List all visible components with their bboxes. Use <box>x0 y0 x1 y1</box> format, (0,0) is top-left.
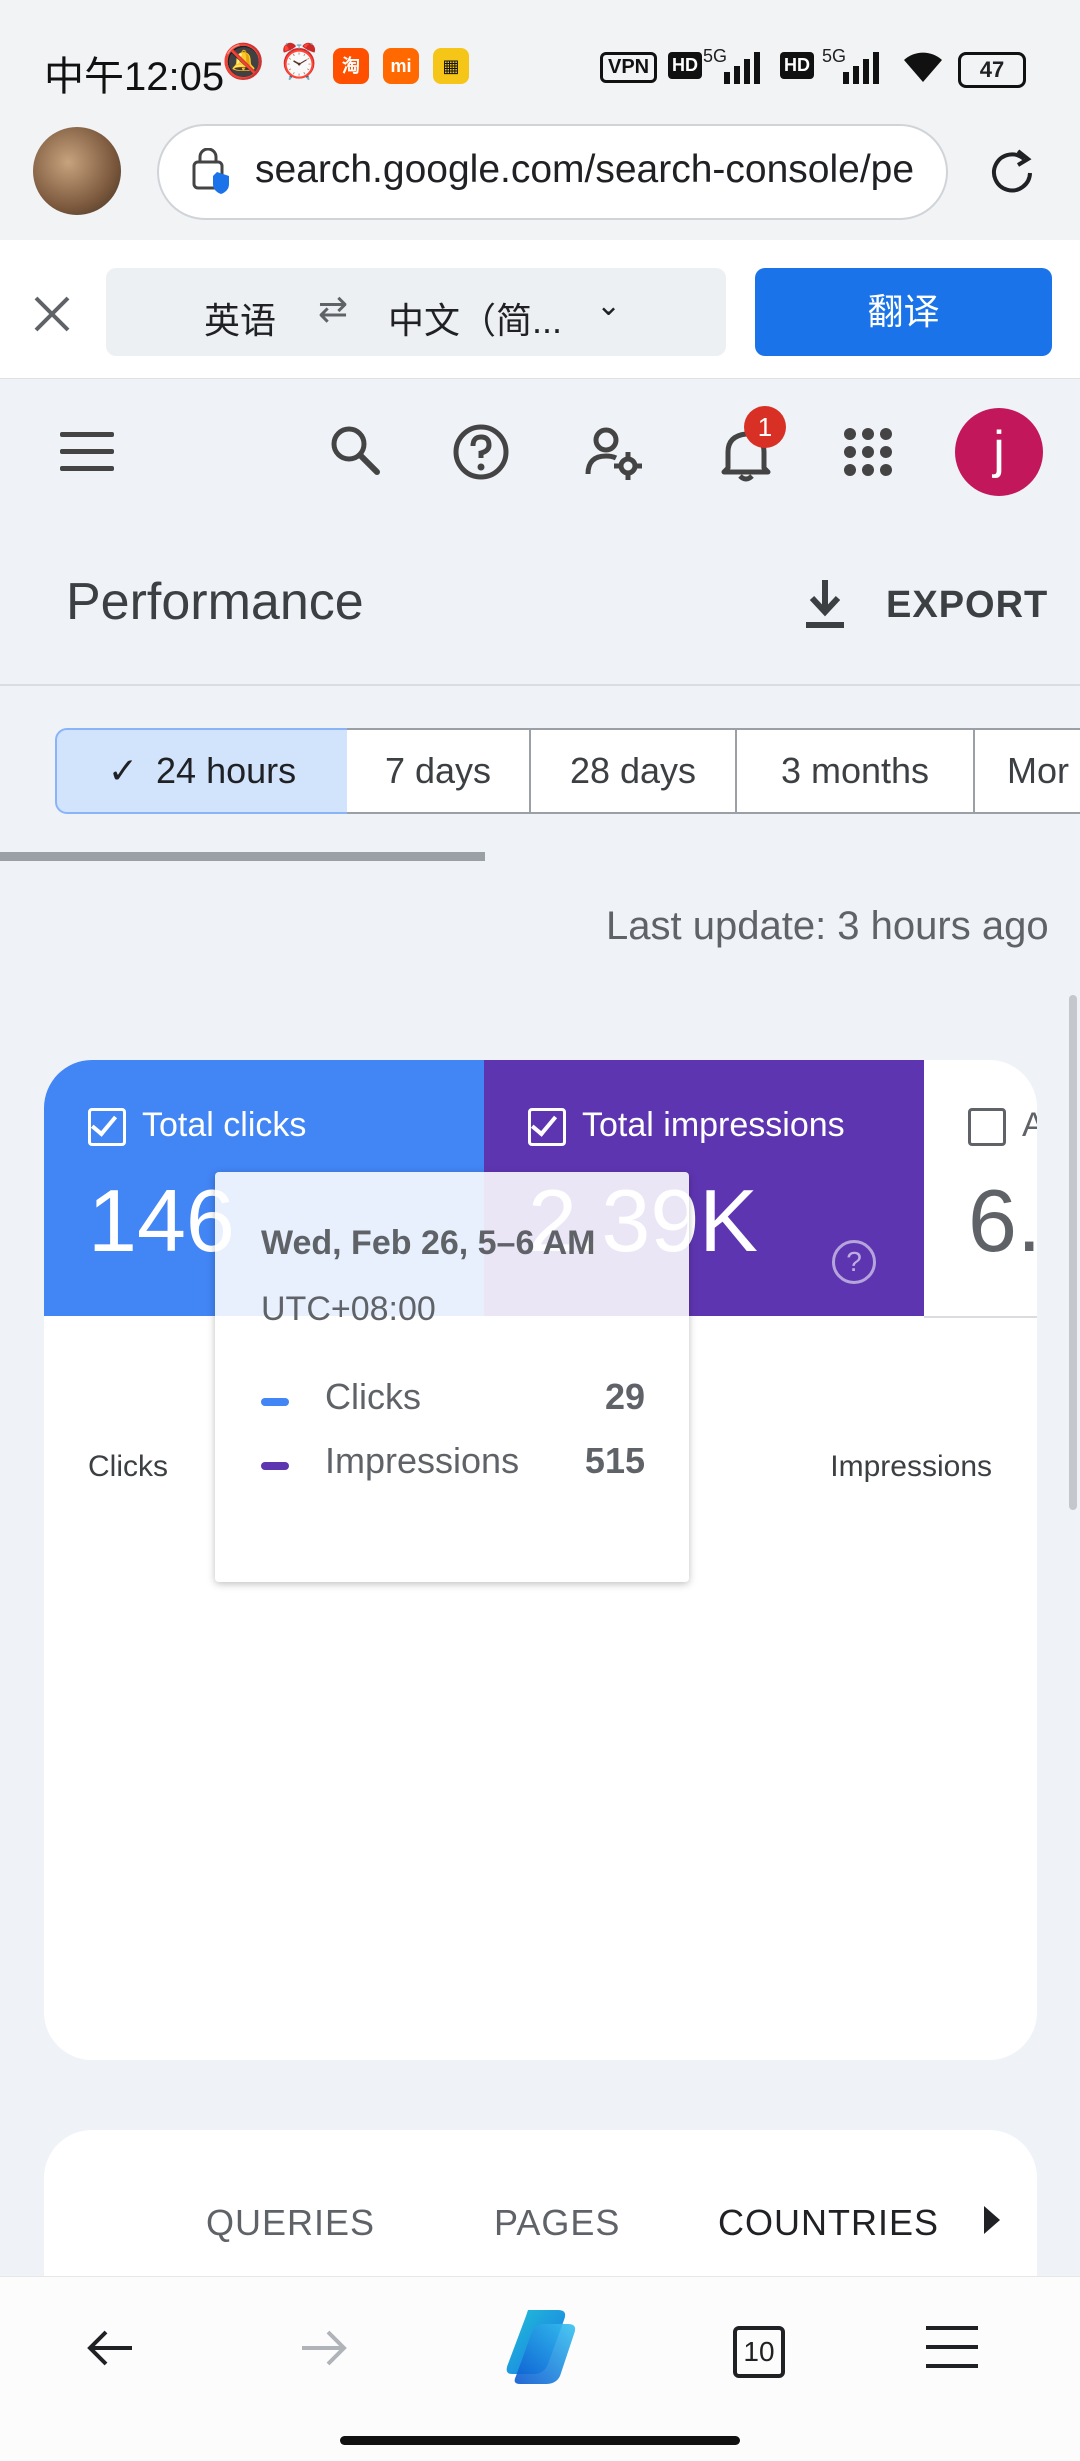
alarm-icon: ⏰ <box>278 43 321 81</box>
checkbox-unchecked-icon[interactable] <box>968 1108 1006 1146</box>
right-axis-label: Impressions <box>830 1450 992 1483</box>
chip-28-days[interactable]: 28 days <box>531 728 737 814</box>
impressions-swatch <box>261 1462 289 1470</box>
tooltip-impressions-value: 515 <box>584 1440 645 1481</box>
back-icon[interactable] <box>82 2320 138 2376</box>
metric-average-ctr[interactable]: A 6. <box>924 1060 1037 1318</box>
taobao-icon: 淘 <box>333 48 369 84</box>
chip-label: 7 days <box>384 750 492 791</box>
mute-icon: 🔕 <box>222 43 265 81</box>
signal-icon-2 <box>843 52 879 84</box>
swap-languages-icon[interactable]: ⇄ <box>318 288 348 330</box>
tooltip-clicks-label: Clicks <box>325 1376 421 1417</box>
chart-tooltip: Wed, Feb 26, 5–6 AM UTC+08:00 Clicks 29 … <box>215 1172 689 1582</box>
avatar[interactable] <box>33 127 121 215</box>
wifi-icon <box>904 52 942 82</box>
language-selector[interactable]: 英语 ⇄ 中文（简... ⌄ <box>106 268 726 356</box>
metric-label: Total impressions <box>582 1106 845 1144</box>
address-bar[interactable]: search.google.com/search-console/pe <box>157 124 948 220</box>
divider <box>0 684 1080 686</box>
forward-icon[interactable] <box>296 2320 352 2376</box>
lottery-icon: ▦ <box>433 48 469 84</box>
chip-label: 3 months <box>780 750 930 791</box>
metric-label: Total clicks <box>142 1106 307 1144</box>
reload-icon[interactable] <box>984 145 1040 201</box>
chip-3-months[interactable]: 3 months <box>737 728 975 814</box>
chevron-right-icon[interactable] <box>984 2206 1000 2234</box>
profile-avatar[interactable]: j <box>955 408 1043 496</box>
home-indicator[interactable] <box>340 2436 740 2445</box>
tab-queries[interactable]: QUERIES <box>206 2202 375 2244</box>
menu-icon[interactable] <box>60 432 114 472</box>
clicks-swatch <box>261 1398 289 1406</box>
chip-24-hours[interactable]: ✓ 24 hours <box>55 728 349 814</box>
chips-scrollbar[interactable] <box>0 852 485 861</box>
search-icon[interactable] <box>325 420 385 480</box>
tooltip-timezone: UTC+08:00 <box>261 1290 436 1328</box>
mi-icon: mi <box>383 48 419 84</box>
help-icon[interactable] <box>451 422 511 482</box>
battery-icon: 47 <box>958 52 1026 88</box>
notification-badge: 1 <box>744 406 786 448</box>
menu-icon-bottom[interactable] <box>922 2322 982 2372</box>
left-axis-label: Clicks <box>88 1450 168 1483</box>
tooltip-date: Wed, Feb 26, 5–6 AM <box>261 1224 596 1262</box>
export-label: EXPORT <box>886 584 1049 626</box>
status-time: 中午12:05 <box>44 55 225 99</box>
tab-pages[interactable]: PAGES <box>494 2202 620 2244</box>
apps-grid-icon[interactable] <box>838 422 898 482</box>
chip-more[interactable]: Mor <box>975 728 1080 814</box>
download-icon <box>806 580 844 628</box>
date-range-chips: ✓ 24 hours 7 days 28 days 3 months Mor <box>0 728 1080 820</box>
close-icon[interactable] <box>30 292 74 336</box>
metric-value: 6. <box>968 1171 1037 1270</box>
check-icon: ✓ <box>107 750 139 791</box>
checkbox-checked-icon[interactable] <box>528 1108 566 1146</box>
url-text: search.google.com/search-console/pe <box>255 148 915 191</box>
source-language: 英语 <box>204 300 277 341</box>
metric-value: 146 <box>88 1171 235 1270</box>
tab-countries[interactable]: COUNTRIES <box>718 2202 939 2244</box>
target-language: 中文（简... <box>388 300 563 341</box>
site-info-icon[interactable] <box>191 148 231 194</box>
chevron-down-icon: ⌄ <box>596 289 622 322</box>
hd-icon-2: HD <box>780 52 814 79</box>
chip-label: Mor <box>1007 750 1069 791</box>
tabs-count-button[interactable]: 10 <box>733 2326 785 2378</box>
chip-7-days[interactable]: 7 days <box>347 728 531 814</box>
translate-button[interactable]: 翻译 <box>755 268 1052 356</box>
copilot-icon[interactable] <box>498 2304 582 2388</box>
vpn-icon: VPN <box>600 52 658 83</box>
tooltip-clicks-value: 29 <box>604 1376 645 1417</box>
signal-icon <box>724 52 760 84</box>
user-settings-icon[interactable] <box>584 422 644 482</box>
metric-label: A <box>1022 1106 1037 1144</box>
page-title: Performance <box>66 573 364 631</box>
last-update: Last update: 3 hours ago <box>606 904 1049 948</box>
help-icon[interactable]: ? <box>832 1240 876 1284</box>
chip-label: 24 hours <box>156 750 297 791</box>
hd-icon: HD <box>668 52 702 79</box>
checkbox-checked-icon[interactable] <box>88 1108 126 1146</box>
page-scrollbar[interactable] <box>1069 995 1077 1510</box>
tooltip-impressions-label: Impressions <box>325 1440 520 1481</box>
chip-label: 28 days <box>569 750 697 791</box>
